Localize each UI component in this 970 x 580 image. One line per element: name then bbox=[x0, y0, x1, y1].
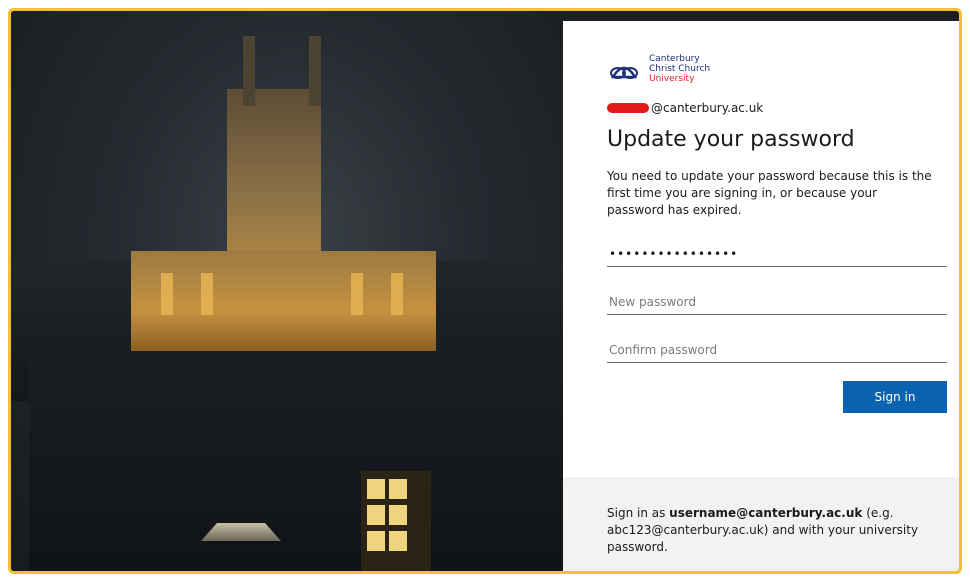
email-suffix: @canterbury.ac.uk bbox=[651, 101, 764, 115]
logo-line-2: Christ Church bbox=[649, 64, 711, 74]
nave-window bbox=[161, 273, 173, 315]
account-identity: @canterbury.ac.uk bbox=[607, 101, 919, 115]
redacted-username bbox=[607, 103, 649, 113]
help-text: Sign in as username@canterbury.ac.uk (e.… bbox=[563, 477, 959, 556]
background-cathedral-photo bbox=[11, 11, 571, 571]
sign-in-panel: Canterbury Christ Church University @can… bbox=[563, 21, 959, 571]
help-username-format: username@canterbury.ac.uk bbox=[669, 506, 863, 520]
lit-window-pane bbox=[389, 531, 407, 551]
university-logo: Canterbury Christ Church University bbox=[607, 51, 919, 87]
nave-window bbox=[351, 273, 363, 315]
sign-in-button[interactable]: Sign in bbox=[843, 381, 947, 413]
help-prefix: Sign in as bbox=[607, 506, 670, 520]
confirm-password-field[interactable] bbox=[607, 337, 947, 363]
cathedral-spire-right bbox=[309, 36, 321, 106]
lit-window-pane bbox=[389, 505, 407, 525]
lit-window-pane bbox=[367, 479, 385, 499]
lit-window-block bbox=[361, 471, 431, 571]
university-wordmark: Canterbury Christ Church University bbox=[649, 54, 710, 84]
cathedral-spire-left bbox=[243, 36, 255, 106]
logo-line-1: Canterbury bbox=[649, 54, 700, 64]
foreground-building bbox=[29, 356, 569, 571]
sign-in-help-footer: Sign in as username@canterbury.ac.uk (e.… bbox=[563, 477, 959, 571]
screenshot-frame: Canterbury Christ Church University @can… bbox=[8, 8, 962, 574]
lit-window-pane bbox=[389, 479, 407, 499]
logo-line-3: University bbox=[649, 74, 695, 84]
nave-window bbox=[201, 273, 213, 315]
current-password-field[interactable] bbox=[607, 241, 947, 267]
new-password-field[interactable] bbox=[607, 289, 947, 315]
page-title: Update your password bbox=[607, 127, 855, 152]
trefoil-logo-icon bbox=[610, 66, 638, 79]
lit-window-pane bbox=[367, 505, 385, 525]
nave-window bbox=[391, 273, 403, 315]
lit-window-pane bbox=[367, 531, 385, 551]
update-description: You need to update your password because… bbox=[607, 169, 932, 217]
button-row: Sign in bbox=[607, 381, 947, 413]
